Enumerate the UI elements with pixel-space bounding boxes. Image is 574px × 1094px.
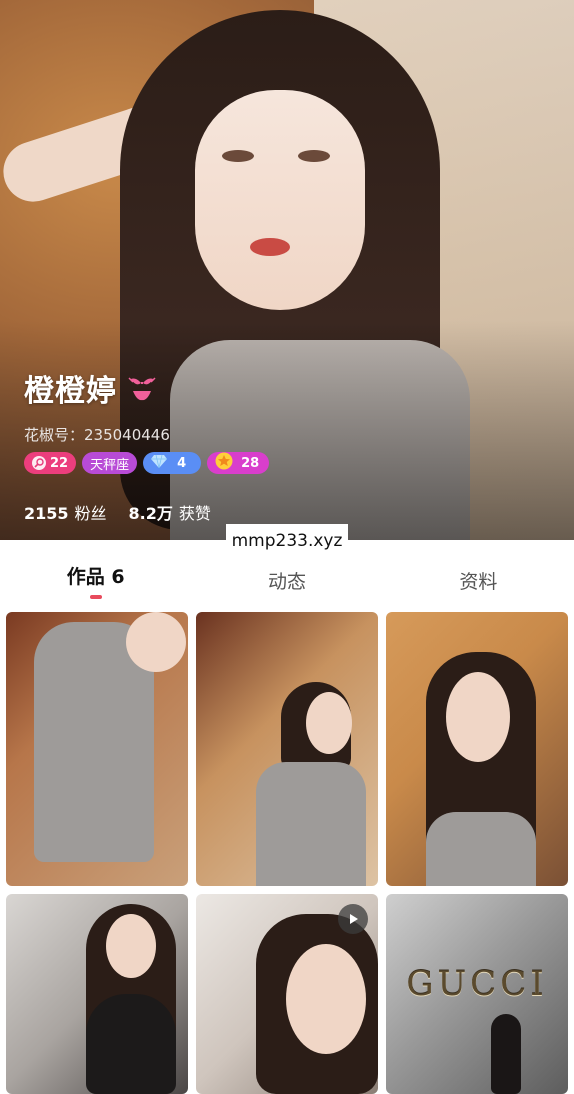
diamond-icon xyxy=(151,454,168,472)
bikini-icon xyxy=(127,373,157,403)
tab-works[interactable]: 作品 6 xyxy=(0,556,191,604)
play-icon[interactable] xyxy=(338,904,368,934)
likes-stat[interactable]: 8.2万 获赞 xyxy=(129,500,211,524)
diamond-badge[interactable]: 4 xyxy=(143,452,202,474)
tab-profile-info[interactable]: 资料 xyxy=(383,556,574,604)
tab-moments[interactable]: 动态 xyxy=(191,556,382,604)
profile-name: 橙橙婷 xyxy=(24,374,117,409)
active-tab-indicator xyxy=(89,594,102,599)
works-grid: GUCCI xyxy=(6,612,572,1094)
star-icon xyxy=(215,452,233,474)
star-badge[interactable]: 28 xyxy=(207,452,270,474)
level-badge[interactable]: 22 xyxy=(24,452,77,474)
profile-tabs: 作品 6 动态 资料 xyxy=(0,556,574,604)
profile-stats: 2155 粉丝 8.2万 获赞 xyxy=(24,500,211,524)
fans-stat[interactable]: 2155 粉丝 xyxy=(24,500,107,524)
zodiac-badge[interactable]: 天秤座 xyxy=(82,452,138,474)
badge-row: 22 天秤座 4 28 xyxy=(24,452,270,474)
search-heart-icon xyxy=(32,456,46,470)
work-thumbnail[interactable] xyxy=(6,894,188,1094)
work-thumbnail[interactable] xyxy=(196,612,378,886)
watermark-label: mmp233.xyz xyxy=(226,524,348,558)
profile-info: 橙橙婷 花椒号：235040446 xyxy=(24,366,170,445)
work-video-thumbnail[interactable] xyxy=(196,894,378,1094)
gucci-sign-text: GUCCI xyxy=(406,964,548,1004)
work-thumbnail[interactable] xyxy=(386,612,568,886)
profile-id: 花椒号：235040446 xyxy=(24,426,170,444)
work-thumbnail[interactable]: GUCCI xyxy=(386,894,568,1094)
work-thumbnail[interactable] xyxy=(6,612,188,886)
